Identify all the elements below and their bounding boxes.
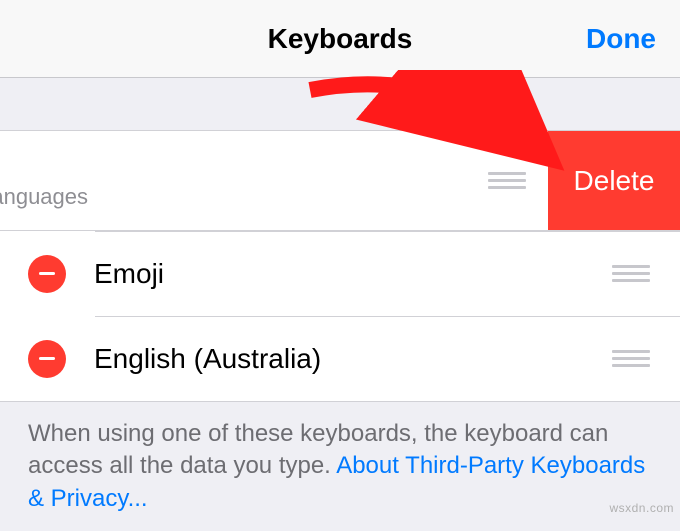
keyboard-subtitle-partial: tiple languages — [0, 184, 474, 210]
keyboard-name: Emoji — [94, 258, 610, 290]
keyboard-row-english-au[interactable]: English (Australia) — [0, 316, 680, 401]
watermark: wsxdn.com — [609, 501, 674, 515]
delete-button[interactable]: Delete — [548, 131, 680, 230]
reorder-handle-icon[interactable] — [486, 172, 528, 189]
keyboard-name-partial: oard — [0, 151, 474, 182]
keyboard-list: oard tiple languages Delete Emoji Englis… — [0, 130, 680, 402]
keyboard-name: English (Australia) — [94, 343, 610, 375]
keyboard-row-content: oard tiple languages — [0, 131, 474, 230]
keyboard-row-emoji[interactable]: Emoji — [0, 231, 680, 316]
section-gap — [0, 78, 680, 130]
reorder-handle-icon[interactable] — [610, 350, 652, 367]
keyboard-row-swiped[interactable]: oard tiple languages Delete — [0, 131, 680, 231]
done-button[interactable]: Done — [586, 23, 656, 55]
remove-icon[interactable] — [28, 255, 66, 293]
footer-note: When using one of these keyboards, the k… — [0, 402, 680, 531]
reorder-handle-icon[interactable] — [610, 265, 652, 282]
page-title: Keyboards — [268, 23, 413, 55]
navbar: Keyboards Done — [0, 0, 680, 78]
remove-icon[interactable] — [28, 340, 66, 378]
